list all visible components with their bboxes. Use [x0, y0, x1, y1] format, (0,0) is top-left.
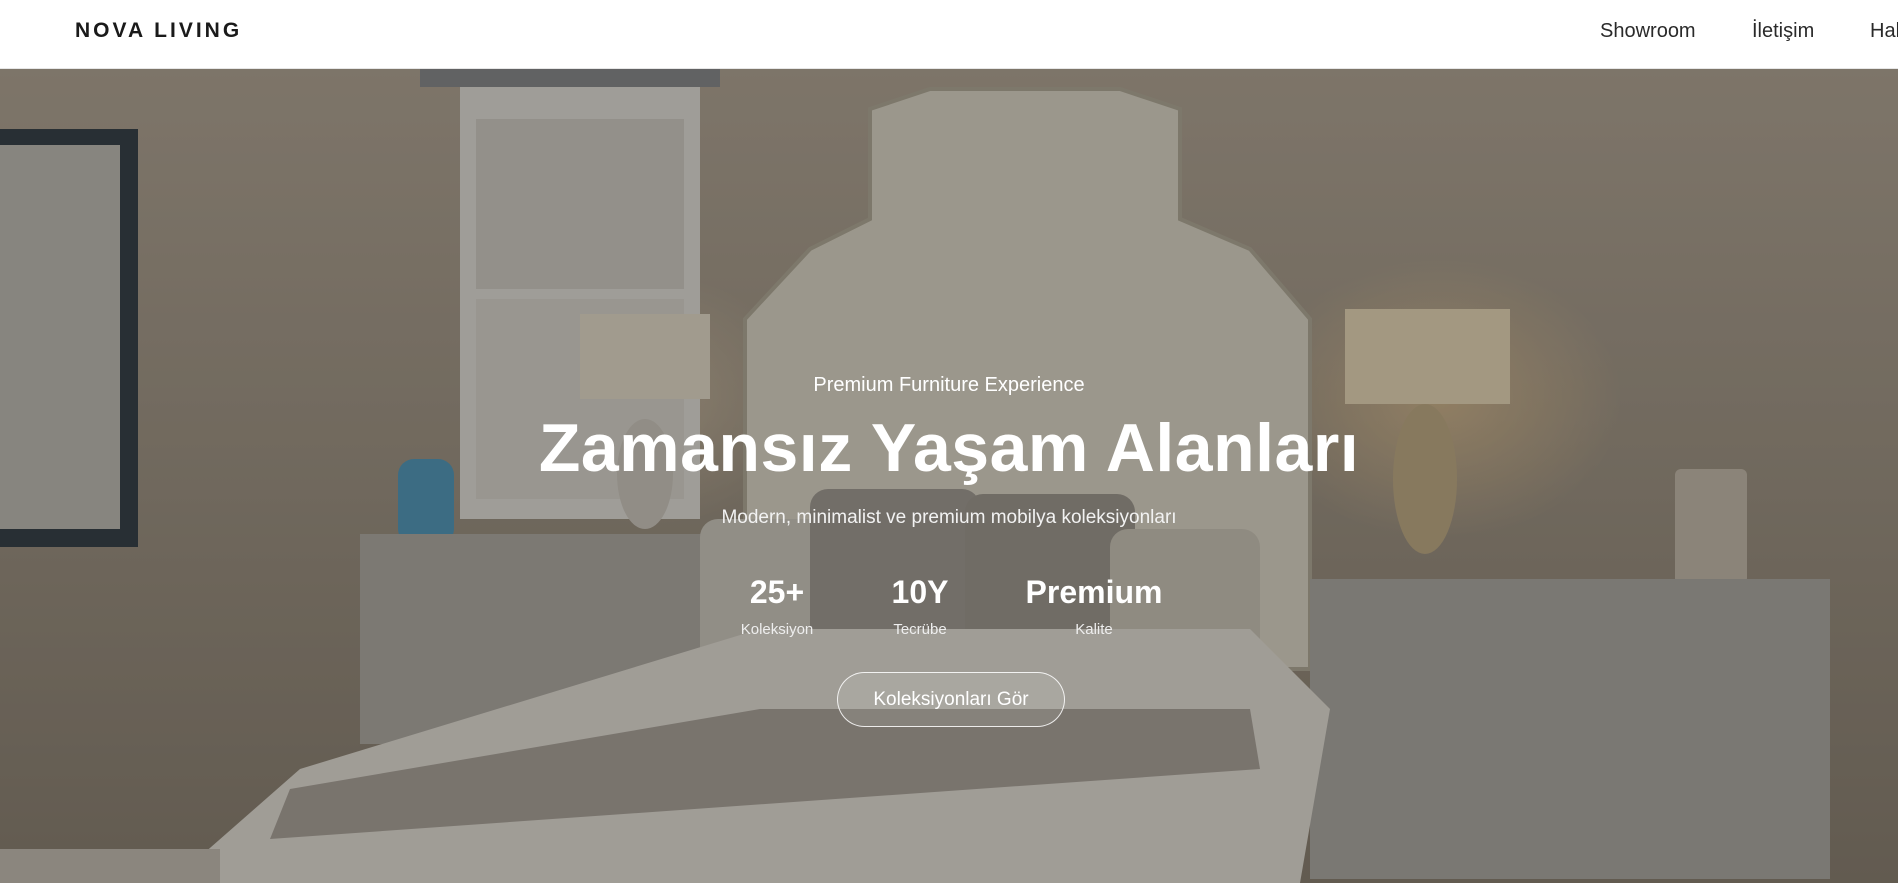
hero-content: Premium Furniture Experience Zamansız Ya…: [0, 69, 1898, 883]
hero-subtitle: Modern, minimalist ve premium mobilya ko…: [721, 507, 1177, 528]
nav-link-iletisim[interactable]: İletişim: [1752, 20, 1814, 43]
stat-value: 25+: [749, 574, 805, 610]
stat-value: 10Y: [891, 574, 949, 610]
stat-label: Tecrübe: [893, 621, 947, 638]
nav-link-hakkimizda[interactable]: Hak: [1870, 20, 1898, 43]
hero-title: Zamansız Yaşam Alanları: [538, 410, 1360, 486]
brand-logo[interactable]: NOVA LIVING: [75, 19, 242, 43]
hero-eyebrow: Premium Furniture Experience: [813, 374, 1085, 396]
stat-label: Kalite: [1075, 621, 1113, 638]
nav-link-showroom[interactable]: Showroom: [1600, 20, 1696, 43]
view-collections-button[interactable]: Koleksiyonları Gör: [837, 672, 1065, 727]
stat-quality: Premium Kalite: [1014, 574, 1174, 638]
top-navbar: NOVA LIVING Showroom İletişim Hak: [0, 0, 1898, 69]
stat-experience: 10Y Tecrübe: [840, 574, 1000, 638]
stat-label: Koleksiyon: [740, 621, 814, 638]
hero-section: Premium Furniture Experience Zamansız Ya…: [0, 69, 1898, 883]
stat-value: Premium: [1025, 574, 1163, 610]
stat-collections: 25+ Koleksiyon: [697, 574, 857, 638]
